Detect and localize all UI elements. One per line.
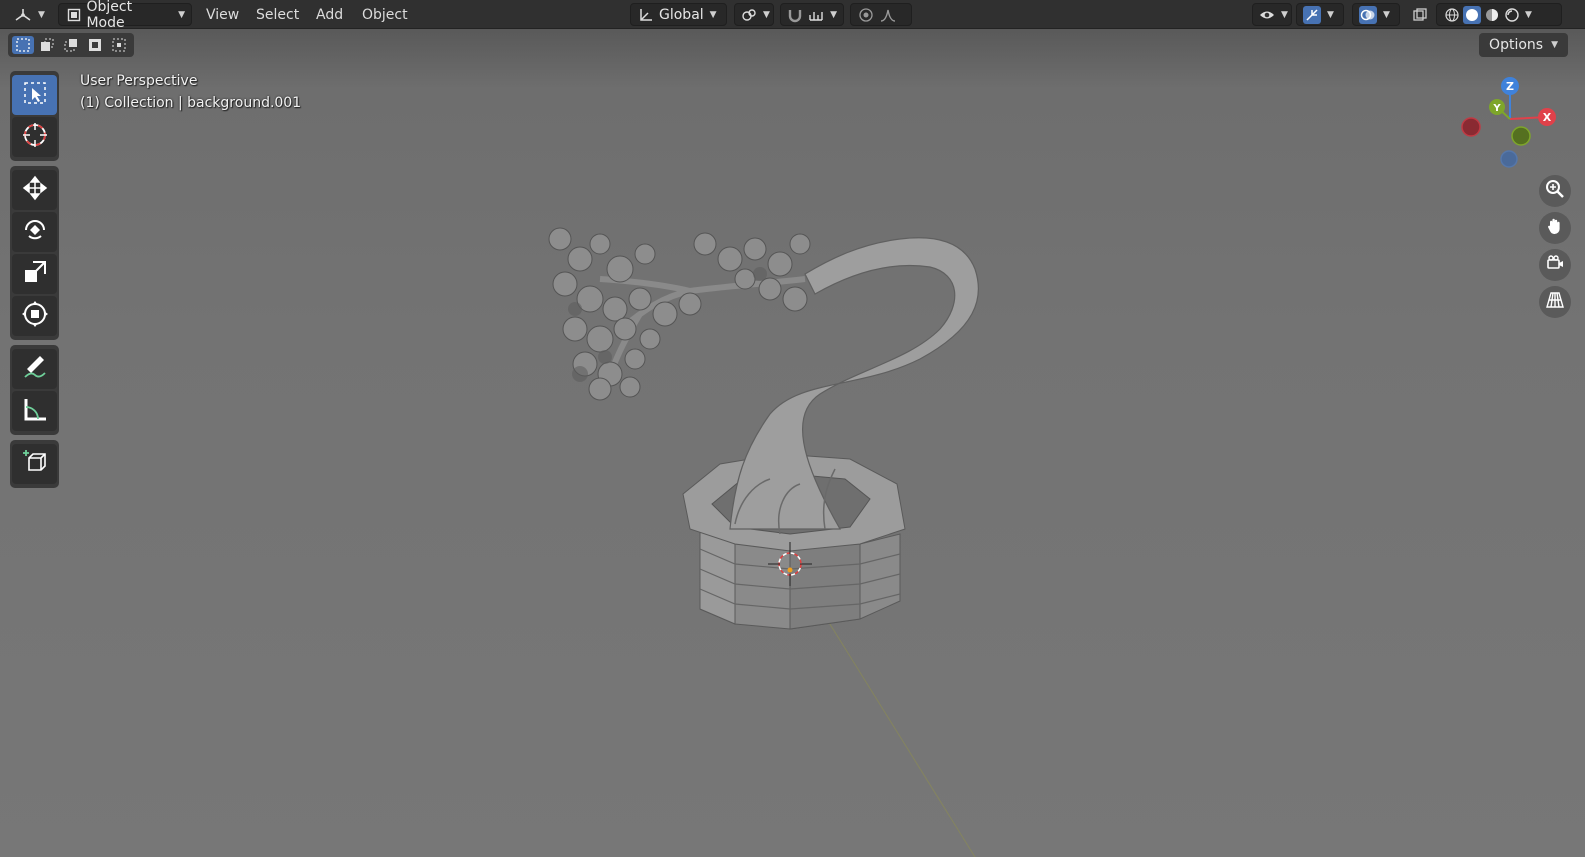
snap-increment-icon [808,6,825,24]
gizmo-neg-z-handle[interactable] [1500,150,1518,168]
tool-rotate[interactable] [12,212,57,252]
perspective-toggle-button[interactable] [1539,286,1571,318]
hand-icon [1545,216,1565,240]
mode-dropdown[interactable]: Object Mode ▼ [58,0,192,31]
scale-icon [21,258,49,290]
select-invert-icon[interactable] [84,36,106,54]
tool-add-cube[interactable] [12,444,57,484]
camera-icon [1545,253,1565,277]
gizmo-neg-y-handle[interactable] [1511,126,1531,146]
overlays-toggle[interactable]: ▼ [1352,3,1400,26]
measure-ruler-icon [21,395,49,427]
xray-icon [1412,6,1428,24]
proportional-editing-controls[interactable] [850,3,912,26]
menu-object[interactable]: Object [356,3,414,26]
select-new-icon[interactable] [12,36,34,54]
viewport-header: ▼ Object Mode ▼ View Select Add Object G… [0,0,1585,31]
xray-toggle[interactable] [1406,3,1432,26]
bonsai-scene [548,227,979,857]
camera-view-button[interactable] [1539,249,1571,281]
tool-measure[interactable] [12,391,57,431]
chevron-down-icon: ▼ [1327,9,1334,20]
perspective-label: User Perspective [80,73,198,89]
gizmo-y-label: Y [1492,103,1501,114]
tool-shelf [10,71,59,493]
select-box-icon [22,80,48,110]
move-icon [21,174,49,206]
tool-group-annotate [10,345,59,435]
3d-viewport-icon [14,6,32,24]
tool-transform[interactable] [12,296,57,336]
3d-viewport[interactable]: Options ▼ User Perspective (1) Collectio… [0,29,1585,857]
gizmo-icon [1303,5,1321,24]
zoom-icon [1545,179,1565,203]
blender-window: ▼ Object Mode ▼ View Select Add Object G… [0,0,1585,857]
chevron-down-icon: ▼ [178,9,185,20]
shading-modes[interactable]: ▼ [1436,3,1562,26]
chevron-down-icon: ▼ [830,9,837,20]
chevron-down-icon: ▼ [38,9,45,20]
mode-label: Object Mode [86,0,133,31]
chevron-down-icon: ▼ [1281,9,1288,20]
menu-view[interactable]: View [200,3,245,26]
select-intersect-icon[interactable] [108,36,130,54]
selection-mode-toolbar [8,33,134,57]
rendered-shading-icon[interactable] [1503,6,1521,24]
chevron-down-icon: ▼ [1551,40,1558,50]
tool-select-box[interactable] [12,75,57,115]
chevron-down-icon: ▼ [1383,9,1390,20]
options-label: Options [1489,37,1544,53]
add-cube-icon [21,448,49,480]
pivot-point-dropdown[interactable]: ▼ [734,3,774,26]
tool-cursor[interactable] [12,117,57,157]
snap-magnet-icon [787,6,804,24]
pivot-icon [741,6,757,24]
solid-shading-icon[interactable] [1463,5,1481,24]
snapping-controls[interactable]: ▼ [780,3,844,26]
orientation-label: Global [659,6,704,23]
visibility-dropdown[interactable]: ▼ [1252,3,1292,26]
grid-perspective-icon [1545,290,1565,314]
tool-scale[interactable] [12,254,57,294]
gizmo-neg-x-handle[interactable] [1461,117,1481,137]
eye-icon [1259,6,1275,24]
gizmo-z-label: Z [1506,80,1514,93]
transform-icon [21,300,49,332]
tool-annotate[interactable] [12,349,57,389]
wireframe-shading-icon[interactable] [1443,6,1461,24]
object-mode-icon [65,6,82,24]
tool-group-add [10,440,59,488]
orientation-axes-icon [637,6,655,24]
chevron-down-icon: ▼ [1525,9,1532,20]
tool-group-transform [10,166,59,340]
orientation-dropdown[interactable]: Global ▼ [630,3,727,26]
collection-label: (1) Collection | background.001 [80,95,302,111]
gizmo-x-label: X [1543,111,1552,124]
foliage-model [548,227,811,401]
select-subtract-icon[interactable] [60,36,82,54]
zoom-button[interactable] [1539,175,1571,207]
falloff-curve-icon [879,6,897,24]
menu-select[interactable]: Select [250,3,305,26]
cursor-icon [21,121,49,153]
menu-add[interactable]: Add [310,3,349,26]
options-dropdown[interactable]: Options ▼ [1479,33,1568,57]
annotate-pencil-icon [21,353,49,385]
tool-group-select [10,71,59,161]
navigation-gizmo[interactable]: Z X Y [1455,74,1565,174]
overlays-icon [1359,5,1377,24]
gizmo-toggle[interactable]: ▼ [1296,3,1344,26]
tool-move[interactable] [12,170,57,210]
pan-button[interactable] [1539,212,1571,244]
select-extend-icon[interactable] [36,36,58,54]
editor-type-button[interactable]: ▼ [8,3,51,26]
chevron-down-icon: ▼ [763,9,770,20]
proportional-editing-icon [857,6,875,24]
chevron-down-icon: ▼ [709,9,717,20]
material-preview-shading-icon[interactable] [1483,6,1501,24]
rotate-icon [21,216,49,248]
